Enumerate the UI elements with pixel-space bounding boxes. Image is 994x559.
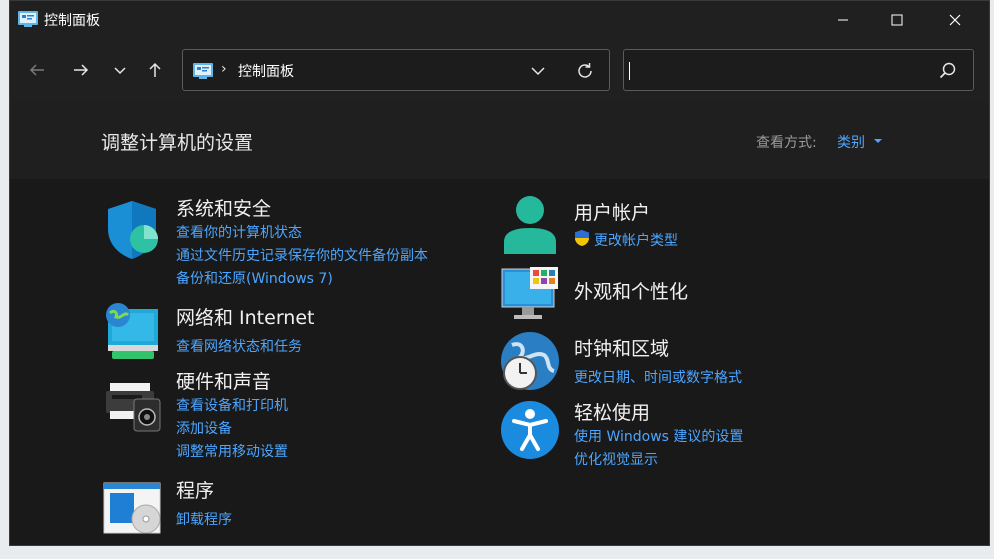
- chevron-down-icon[interactable]: [529, 62, 547, 80]
- search-box[interactable]: [623, 49, 974, 91]
- accessibility-icon[interactable]: [500, 399, 560, 461]
- recent-locations-button[interactable]: [109, 59, 131, 81]
- back-button[interactable]: [26, 59, 48, 81]
- category-title[interactable]: 网络和 Internet: [176, 303, 314, 330]
- address-bar[interactable]: › 控制面板: [182, 49, 610, 91]
- category-title[interactable]: 时钟和区域: [574, 334, 669, 361]
- category-title[interactable]: 用户帐户: [574, 198, 650, 225]
- categories-panel: 系统和安全 查看你的计算机状态 通过文件历史记录保存你的文件备份副本 备份和还原…: [10, 179, 989, 545]
- category-title[interactable]: 程序: [176, 476, 214, 503]
- page-title: 调整计算机的设置: [101, 132, 254, 154]
- category-link[interactable]: 查看网络状态和任务: [176, 336, 302, 356]
- maximize-icon: [891, 14, 903, 26]
- shield-icon[interactable]: [102, 199, 162, 261]
- maximize-button[interactable]: [874, 1, 920, 39]
- back-arrow-icon: [29, 64, 44, 76]
- category-title[interactable]: 硬件和声音: [176, 367, 271, 394]
- forward-button[interactable]: [70, 59, 92, 81]
- dropdown-arrow-icon[interactable]: [874, 139, 882, 143]
- category-link[interactable]: 卸载程序: [176, 509, 232, 529]
- view-by-dropdown[interactable]: 类别: [837, 132, 865, 152]
- control-panel-icon: [193, 63, 213, 79]
- category-link[interactable]: 查看你的计算机状态: [176, 222, 302, 242]
- category-link[interactable]: 更改日期、时间或数字格式: [574, 367, 742, 387]
- window-title: 控制面板: [44, 13, 100, 29]
- category-link[interactable]: 通过文件历史记录保存你的文件备份副本: [176, 245, 428, 265]
- appearance-monitor-icon[interactable]: [500, 265, 560, 327]
- minimize-button[interactable]: [820, 1, 866, 39]
- up-arrow-icon: [149, 62, 161, 77]
- category-link[interactable]: 更改帐户类型: [594, 230, 678, 250]
- content-header: 调整计算机的设置 查看方式: 类别: [10, 102, 989, 179]
- category-title[interactable]: 系统和安全: [176, 194, 271, 221]
- navigation-bar: › 控制面板: [10, 39, 989, 102]
- printer-speaker-icon[interactable]: [102, 377, 162, 439]
- category-link[interactable]: 调整常用移动设置: [176, 441, 288, 461]
- close-button[interactable]: [932, 1, 978, 39]
- clock-globe-icon[interactable]: [500, 331, 560, 393]
- forward-arrow-icon: [74, 64, 89, 76]
- view-by-label: 查看方式:: [756, 135, 817, 151]
- category-title[interactable]: 外观和个性化: [574, 277, 688, 304]
- category-link[interactable]: 备份和还原(Windows 7): [176, 268, 333, 288]
- category-link[interactable]: 添加设备: [176, 418, 232, 438]
- category-link[interactable]: 优化视觉显示: [574, 449, 658, 469]
- minimize-icon: [838, 19, 848, 21]
- programs-icon[interactable]: [102, 479, 162, 541]
- control-panel-icon: [18, 11, 38, 27]
- network-globe-icon[interactable]: [102, 301, 162, 363]
- text-caret: [629, 62, 630, 80]
- category-title[interactable]: 轻松使用: [574, 398, 650, 425]
- user-accounts-icon[interactable]: [500, 194, 560, 256]
- refresh-icon[interactable]: [575, 61, 595, 81]
- title-bar[interactable]: 控制面板: [10, 1, 989, 39]
- up-button[interactable]: [144, 59, 166, 81]
- breadcrumb-control-panel[interactable]: 控制面板: [238, 61, 294, 81]
- search-icon[interactable]: [938, 61, 958, 81]
- category-link[interactable]: 查看设备和打印机: [176, 395, 288, 415]
- control-panel-window: 控制面板 › 控制面板 调整计算机的设置 查看方式: 类别 系统和安全 查看你的…: [9, 0, 990, 546]
- close-icon: [949, 14, 961, 26]
- uac-shield-icon: [575, 230, 589, 246]
- chevron-down-icon: [114, 67, 126, 75]
- breadcrumb-separator: ›: [221, 61, 227, 77]
- category-link[interactable]: 使用 Windows 建议的设置: [574, 426, 743, 446]
